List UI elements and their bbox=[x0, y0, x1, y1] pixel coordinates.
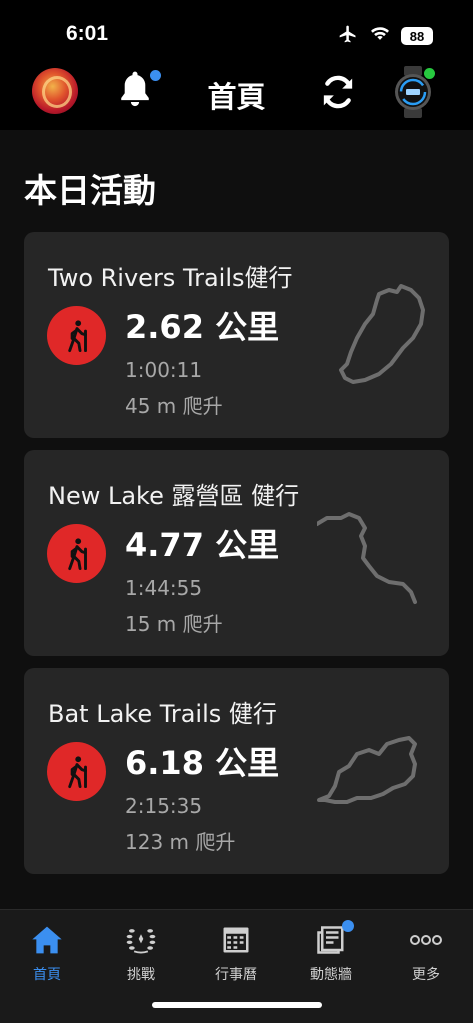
device-watch-button[interactable] bbox=[390, 66, 436, 118]
activity-title: Two Rivers Trails健行 bbox=[48, 264, 293, 292]
activity-card[interactable]: New Lake 露營區 健行 4.77 公里 1:44:55 15 m 爬升 bbox=[24, 450, 449, 656]
app-header: 首頁 bbox=[0, 62, 473, 130]
activity-duration: 1:44:55 bbox=[125, 576, 203, 600]
section-title: 本日活動 bbox=[24, 171, 156, 210]
activity-title: New Lake 露營區 健行 bbox=[48, 482, 300, 510]
activity-ascent: 15 m 爬升 bbox=[125, 612, 223, 636]
activity-duration: 1:00:11 bbox=[125, 358, 203, 382]
hiking-icon bbox=[47, 306, 106, 365]
sync-icon bbox=[318, 75, 358, 116]
hiking-icon bbox=[47, 524, 106, 583]
activity-title: Bat Lake Trails 健行 bbox=[48, 700, 277, 728]
tab-label: 首頁 bbox=[33, 967, 61, 983]
status-icons: 88 bbox=[337, 24, 433, 48]
battery-indicator: 88 bbox=[401, 27, 433, 45]
activity-duration: 2:15:35 bbox=[125, 794, 203, 818]
tab-home[interactable]: 首頁 bbox=[2, 924, 92, 984]
tab-challenges[interactable]: 挑戰 bbox=[96, 924, 186, 984]
hiking-icon bbox=[47, 742, 106, 801]
activity-ascent: 123 m 爬升 bbox=[125, 830, 236, 854]
tab-more[interactable]: 更多 bbox=[381, 924, 471, 984]
route-map-thumbnail bbox=[317, 512, 417, 604]
tab-label: 行事曆 bbox=[215, 967, 257, 983]
activity-distance: 6.18 公里 bbox=[125, 744, 280, 782]
activity-distance: 4.77 公里 bbox=[125, 526, 280, 564]
home-screen: 6:01 88 首頁 本日活動 Two Rivers Trails健行 2.62… bbox=[0, 0, 473, 1023]
airplane-icon bbox=[337, 24, 359, 48]
smartwatch-icon bbox=[390, 66, 436, 122]
tab-calendar[interactable]: 行事曆 bbox=[191, 924, 281, 984]
activity-distance: 2.62 公里 bbox=[125, 308, 280, 346]
route-map-thumbnail bbox=[317, 736, 417, 804]
newsfeed-badge bbox=[342, 920, 354, 932]
calendar-icon bbox=[219, 924, 253, 956]
home-icon bbox=[30, 924, 64, 956]
activity-ascent: 45 m 爬升 bbox=[125, 394, 223, 418]
wifi-icon bbox=[369, 25, 391, 47]
more-icon bbox=[409, 924, 443, 956]
newsfeed-icon bbox=[314, 920, 354, 956]
laurel-icon bbox=[124, 924, 158, 956]
route-map-thumbnail bbox=[339, 284, 425, 384]
tab-label: 更多 bbox=[412, 967, 440, 983]
tab-label: 挑戰 bbox=[127, 967, 155, 983]
tab-newsfeed[interactable]: 動態牆 bbox=[286, 920, 376, 984]
sync-button[interactable] bbox=[318, 72, 358, 112]
status-time: 6:01 bbox=[66, 22, 109, 45]
device-connected-badge bbox=[424, 68, 435, 79]
status-bar: 6:01 88 bbox=[0, 0, 473, 62]
activity-card[interactable]: Two Rivers Trails健行 2.62 公里 1:00:11 45 m… bbox=[24, 232, 449, 438]
home-indicator bbox=[152, 1002, 322, 1008]
activity-card[interactable]: Bat Lake Trails 健行 6.18 公里 2:15:35 123 m… bbox=[24, 668, 449, 874]
tab-label: 動態牆 bbox=[310, 967, 352, 983]
